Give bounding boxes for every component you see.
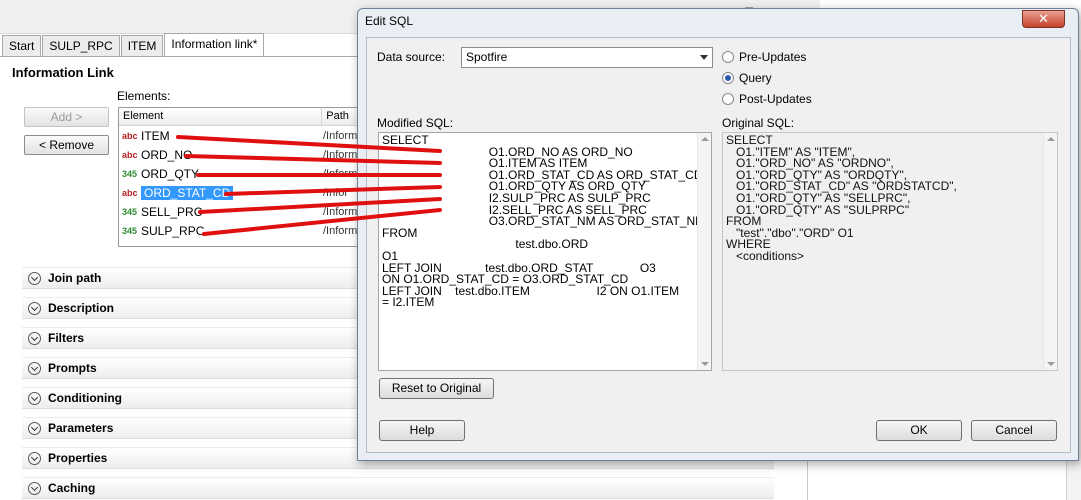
help-button[interactable]: Help xyxy=(379,420,465,441)
number-type-icon: 345 xyxy=(122,206,138,217)
chevron-down-icon xyxy=(28,451,41,465)
tab-start[interactable]: Start xyxy=(2,35,42,56)
elements-label: Elements: xyxy=(117,89,171,103)
radio-icon xyxy=(722,93,734,105)
table-header: Element Path xyxy=(119,108,362,126)
table-row[interactable]: 345 SELL_PRC/Inform xyxy=(119,202,362,221)
text-type-icon: abc xyxy=(122,149,138,160)
radio-selected-icon xyxy=(722,72,734,84)
element-name: SELL_PRC xyxy=(141,204,203,219)
element-name: ITEM xyxy=(141,128,170,143)
radio-post-updates[interactable]: Post-Updates xyxy=(722,92,812,106)
element-path: /Inform xyxy=(323,148,358,161)
original-sql-text: SELECT O1."ITEM" AS "ITEM", O1."ORD_NO" … xyxy=(726,133,957,263)
chevron-down-icon xyxy=(28,271,41,285)
element-path: /Inform xyxy=(323,129,358,142)
data-source-select[interactable]: Spotfire xyxy=(461,47,713,68)
reset-to-original-button[interactable]: Reset to Original xyxy=(379,378,494,399)
tab-information-link[interactable]: Information link* xyxy=(164,33,265,56)
element-path: /Inform xyxy=(323,205,358,218)
section-label: Description xyxy=(48,301,115,315)
add-button[interactable]: Add > xyxy=(24,107,109,127)
radio-icon xyxy=(722,51,734,63)
radio-label: Query xyxy=(739,71,772,85)
chevron-down-icon xyxy=(28,481,41,495)
modified-sql-textarea[interactable]: SELECT O1.ORD_NO AS ORD_NO O1.ITEM AS IT… xyxy=(378,132,712,371)
cancel-button[interactable]: Cancel xyxy=(971,420,1057,441)
element-name: ORD_NO xyxy=(141,147,193,162)
edit-sql-dialog: Edit SQL ✕ Data source: Spotfire Pre-Upd… xyxy=(357,8,1079,461)
radio-query[interactable]: Query xyxy=(722,71,772,85)
panel-title: Information Link xyxy=(12,65,114,80)
element-path: /Infor xyxy=(323,186,349,199)
section-label: Parameters xyxy=(48,421,114,435)
element-name: ORD_QTY xyxy=(141,166,200,181)
modified-sql-text: SELECT O1.ORD_NO AS ORD_NO O1.ITEM AS IT… xyxy=(382,133,706,310)
chevron-down-icon xyxy=(700,55,708,60)
section-label: Conditioning xyxy=(48,391,122,405)
chevron-down-icon xyxy=(28,421,41,435)
ok-button[interactable]: OK xyxy=(876,420,962,441)
tab-item[interactable]: ITEM xyxy=(120,35,164,56)
chevron-down-icon xyxy=(28,301,41,315)
radio-label: Post-Updates xyxy=(739,92,812,106)
text-type-icon: abc xyxy=(122,130,138,141)
chevron-down-icon xyxy=(28,331,41,345)
data-source-label: Data source: xyxy=(377,50,446,64)
dialog-body: Data source: Spotfire Pre-Updates Query … xyxy=(366,37,1071,453)
chevron-down-icon xyxy=(28,361,41,375)
original-sql-label: Original SQL: xyxy=(722,116,795,130)
radio-label: Pre-Updates xyxy=(739,50,807,64)
table-row[interactable]: 345 ORD_QTY/Inform xyxy=(119,164,362,183)
tab-sulp-rpc[interactable]: SULP_RPC xyxy=(42,35,120,56)
radio-pre-updates[interactable]: Pre-Updates xyxy=(722,50,806,64)
remove-button[interactable]: < Remove xyxy=(24,135,109,155)
modified-sql-label: Modified SQL: xyxy=(377,116,454,130)
close-icon[interactable]: ✕ xyxy=(1022,10,1065,28)
section-label: Filters xyxy=(48,331,85,345)
element-name: ORD_STAT_CD xyxy=(139,185,323,200)
elements-table: Element Path abc ITEM/Inform abc ORD_NO/Inf… xyxy=(118,107,363,247)
text-type-icon: abc xyxy=(122,187,138,198)
column-header-element[interactable]: Element xyxy=(119,108,323,125)
modified-sql-scrollbar[interactable] xyxy=(697,133,711,370)
number-type-icon: 345 xyxy=(122,168,138,179)
section-caching[interactable]: Caching xyxy=(22,477,774,499)
table-row[interactable]: 345 SULP_RPC/Inform xyxy=(119,221,362,240)
dialog-title: Edit SQL xyxy=(365,14,414,28)
section-label: Properties xyxy=(48,451,108,465)
original-sql-textarea: SELECT O1."ITEM" AS "ITEM", O1."ORD_NO" … xyxy=(722,132,1058,371)
element-path: /Inform xyxy=(323,224,358,237)
document-tabs: Start SULP_RPC ITEM Information link* xyxy=(2,33,265,56)
chevron-down-icon xyxy=(28,391,41,405)
original-sql-scrollbar[interactable] xyxy=(1043,133,1057,370)
section-label: Prompts xyxy=(48,361,97,375)
number-type-icon: 345 xyxy=(122,225,138,236)
element-name: SULP_RPC xyxy=(141,223,205,238)
table-row[interactable]: abc ORD_STAT_CD/Infor xyxy=(119,183,362,202)
element-path: /Inform xyxy=(323,167,358,180)
table-row[interactable]: abc ITEM/Inform xyxy=(119,126,362,145)
section-label: Join path xyxy=(48,271,102,285)
section-label: Caching xyxy=(48,481,96,495)
data-source-value: Spotfire xyxy=(466,50,508,64)
table-row[interactable]: abc ORD_NO/Inform xyxy=(119,145,362,164)
